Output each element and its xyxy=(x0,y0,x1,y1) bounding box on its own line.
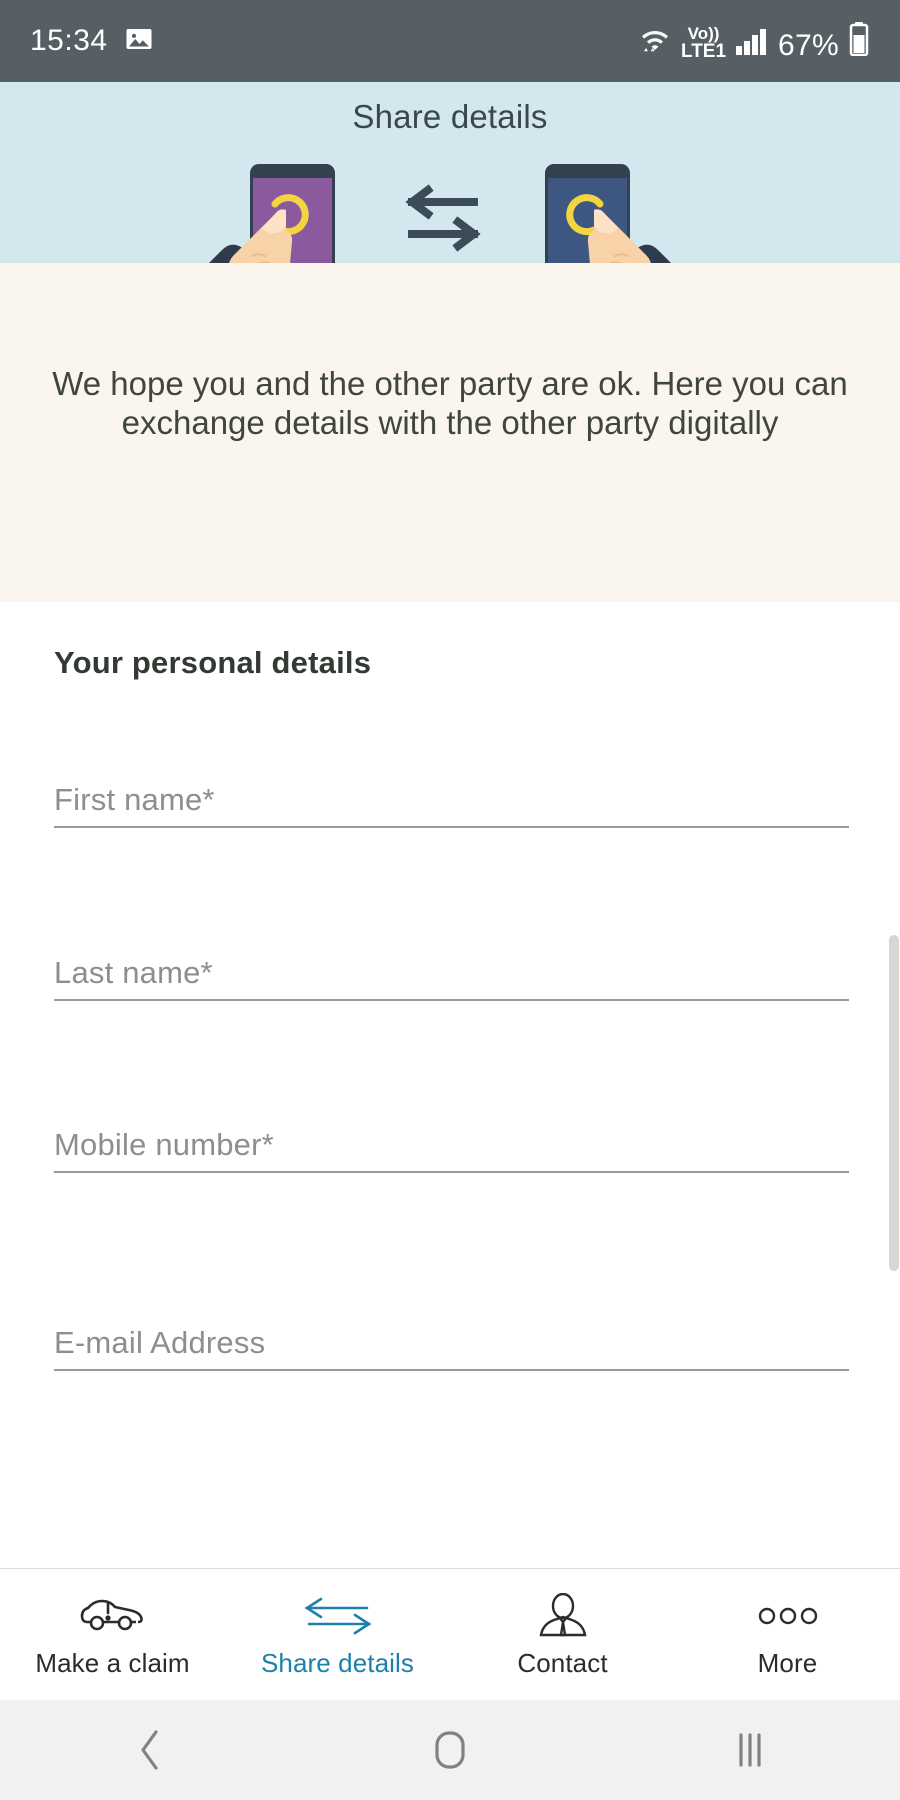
volte-bottom-label: LTE1 xyxy=(681,40,727,62)
status-time: 15:34 xyxy=(30,24,108,57)
first-name-input[interactable] xyxy=(54,782,849,826)
form-section-title: Your personal details xyxy=(54,645,372,680)
tab-make-a-claim[interactable]: Make a claim xyxy=(0,1569,225,1700)
home-square-icon xyxy=(435,1731,465,1769)
exchange-arrows-icon xyxy=(299,1590,377,1642)
image-icon xyxy=(124,24,154,59)
vertical-scrollbar[interactable] xyxy=(889,935,899,1271)
tab-contact[interactable]: Contact xyxy=(450,1569,675,1700)
nav-home-button[interactable] xyxy=(300,1726,600,1774)
status-bar-left: 15:34 xyxy=(30,24,154,59)
page-header-banner: Share details xyxy=(0,82,900,263)
info-banner-text: We hope you and the other party are ok. … xyxy=(52,364,848,441)
back-chevron-icon xyxy=(141,1730,158,1770)
tab-label-contact: Contact xyxy=(517,1648,608,1678)
status-bar-right: Vo)) LTE1 67% xyxy=(638,21,870,62)
volte-icon: Vo)) LTE1 xyxy=(681,25,726,61)
mobile-number-field[interactable] xyxy=(54,1127,849,1173)
personal-details-form: Your personal details xyxy=(0,602,900,1568)
last-name-input[interactable] xyxy=(54,955,849,999)
tab-label-make-a-claim: Make a claim xyxy=(35,1648,190,1678)
email-address-field[interactable] xyxy=(54,1325,849,1371)
right-phone-illustration xyxy=(545,164,671,263)
battery-icon xyxy=(848,21,870,61)
tab-label-more: More xyxy=(757,1648,818,1678)
android-navigation-bar xyxy=(0,1700,900,1800)
last-name-underline xyxy=(54,999,849,1001)
battery-percent: 67% xyxy=(778,28,839,62)
recents-bars-icon xyxy=(739,1733,761,1767)
signal-icon xyxy=(735,26,769,61)
person-suit-icon xyxy=(535,1590,591,1642)
left-phone-illustration xyxy=(209,164,335,263)
tab-label-share-details: Share details xyxy=(260,1648,415,1678)
first-name-field[interactable] xyxy=(54,782,849,828)
page-title: Share details xyxy=(352,98,548,135)
car-alert-icon xyxy=(78,1590,148,1642)
wifi-icon xyxy=(638,24,672,61)
nav-back-button[interactable] xyxy=(0,1726,300,1774)
phone-screen: 15:34 Vo)) LTE1 67% Share details We hop… xyxy=(0,0,900,1800)
nav-recents-button[interactable] xyxy=(600,1726,900,1774)
mobile-number-input[interactable] xyxy=(54,1127,849,1171)
three-dots-icon xyxy=(753,1590,823,1642)
tab-share-details[interactable]: Share details xyxy=(225,1569,450,1700)
share-details-illustration xyxy=(209,164,671,263)
first-name-underline xyxy=(54,826,849,828)
mobile-number-underline xyxy=(54,1171,849,1173)
bottom-tab-bar: Make a claim Share details Contact More xyxy=(0,1568,900,1700)
info-banner: We hope you and the other party are ok. … xyxy=(0,263,900,602)
tab-more[interactable]: More xyxy=(675,1569,900,1700)
email-address-input[interactable] xyxy=(54,1325,849,1369)
exchange-arrows-illustration xyxy=(405,184,481,252)
volte-top-label: Vo)) xyxy=(687,23,720,43)
email-address-underline xyxy=(54,1369,849,1371)
last-name-field[interactable] xyxy=(54,955,849,1001)
status-bar: 15:34 Vo)) LTE1 67% xyxy=(0,0,900,82)
